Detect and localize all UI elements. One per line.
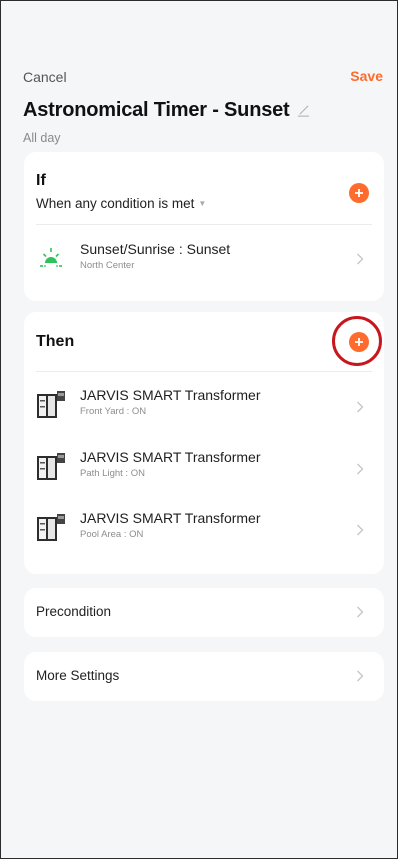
action-subtitle: Front Yard : ON bbox=[80, 406, 147, 417]
title-row: Astronomical Timer - Sunset bbox=[23, 99, 311, 122]
add-condition-button[interactable] bbox=[349, 183, 369, 203]
plus-icon bbox=[355, 338, 363, 346]
plus-icon bbox=[355, 189, 363, 197]
cancel-button[interactable]: Cancel bbox=[23, 69, 67, 85]
more-settings-row[interactable]: More Settings bbox=[24, 652, 384, 701]
chevron-right-icon bbox=[357, 253, 364, 265]
dropdown-caret-icon: ▼ bbox=[198, 199, 207, 208]
transformer-device-icon bbox=[37, 391, 65, 418]
page-title: Astronomical Timer - Sunset bbox=[23, 99, 290, 121]
top-bar: Cancel Save bbox=[23, 67, 383, 89]
edit-pencil-icon[interactable] bbox=[296, 103, 311, 118]
add-action-button[interactable] bbox=[349, 332, 369, 352]
action-row[interactable]: JARVIS SMART Transformer Pool Area : ON bbox=[24, 504, 384, 550]
condition-mode-label: When any condition is met bbox=[36, 196, 195, 211]
sun-icon bbox=[40, 248, 62, 267]
divider bbox=[36, 224, 372, 225]
then-section-title: Then bbox=[36, 333, 75, 350]
action-title: JARVIS SMART Transformer bbox=[80, 449, 261, 465]
schedule-subtitle[interactable]: All day bbox=[23, 131, 61, 145]
app-screen: Cancel Save Astronomical Timer - Sunset … bbox=[0, 0, 398, 859]
chevron-right-icon bbox=[357, 670, 364, 682]
if-card: If When any condition is met ▼ Sunset/Su… bbox=[24, 152, 384, 301]
chevron-right-icon bbox=[357, 463, 364, 475]
chevron-right-icon bbox=[357, 524, 364, 536]
divider bbox=[36, 371, 372, 372]
more-settings-label: More Settings bbox=[36, 668, 120, 683]
condition-row[interactable]: Sunset/Sunrise : Sunset North Center bbox=[24, 235, 384, 281]
precondition-row[interactable]: Precondition bbox=[24, 588, 384, 637]
precondition-label: Precondition bbox=[36, 604, 112, 619]
action-subtitle: Pool Area : ON bbox=[80, 529, 144, 540]
condition-mode-dropdown[interactable]: When any condition is met ▼ bbox=[36, 196, 206, 211]
save-button[interactable]: Save bbox=[350, 68, 383, 84]
condition-title: Sunset/Sunrise : Sunset bbox=[80, 241, 231, 257]
then-card: Then JARVIS SMART Transformer Front Yard… bbox=[24, 312, 384, 574]
if-section-title: If bbox=[36, 172, 46, 189]
action-title: JARVIS SMART Transformer bbox=[80, 510, 261, 526]
chevron-right-icon bbox=[357, 401, 364, 413]
transformer-device-icon bbox=[37, 514, 65, 541]
action-row[interactable]: JARVIS SMART Transformer Front Yard : ON bbox=[24, 381, 384, 427]
condition-subtitle: North Center bbox=[80, 260, 135, 271]
transformer-device-icon bbox=[37, 453, 65, 480]
action-title: JARVIS SMART Transformer bbox=[80, 387, 261, 403]
action-row[interactable]: JARVIS SMART Transformer Path Light : ON bbox=[24, 443, 384, 489]
chevron-right-icon bbox=[357, 606, 364, 618]
action-subtitle: Path Light : ON bbox=[80, 468, 145, 479]
